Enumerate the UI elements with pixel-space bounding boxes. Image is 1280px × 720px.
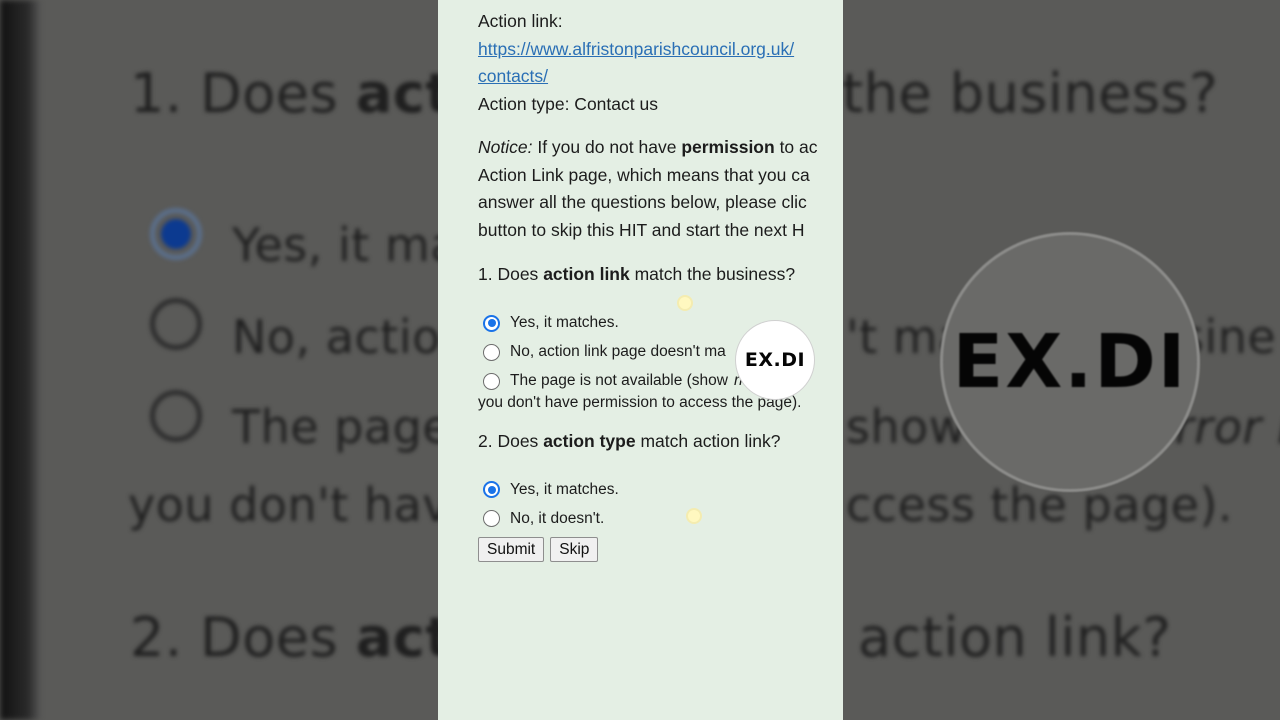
notice-line-1: Notice: If you do not have permission to…: [478, 137, 818, 157]
action-link-url[interactable]: https://www.alfristonparishcouncil.org.u…: [478, 39, 794, 59]
option-label: No, it doesn't.: [510, 509, 605, 527]
option-label: The page is not available (show: [510, 372, 728, 390]
watermark-badge-large: EX.DI: [940, 232, 1200, 492]
skip-button[interactable]: Skip: [550, 537, 599, 562]
watermark-text: EX.DI: [952, 319, 1188, 405]
radio[interactable]: [483, 343, 500, 361]
bg-option-page-line2: you don't have: [128, 478, 479, 532]
radio-selected[interactable]: [483, 314, 500, 332]
watermark-badge-small: EX.DI: [735, 320, 815, 400]
bg-question-2: 2. Does act: [130, 606, 452, 669]
notice-line-3: answer all the questions below, please c…: [478, 192, 807, 212]
touch-indicator: [686, 508, 702, 524]
bg-question-1: 1. Does act: [130, 62, 452, 125]
option-label: No, action link page doesn't ma: [510, 343, 726, 361]
question-2: 2. Does action type match action link?: [478, 430, 781, 451]
form-buttons: Submit Skip: [478, 537, 843, 562]
form-content: Action link: https://www.alfristonparish…: [478, 8, 843, 562]
background-edge: [0, 0, 40, 720]
question-1: 1. Does action link match the business?: [478, 264, 796, 284]
q2-option-yes[interactable]: Yes, it matches.: [478, 475, 843, 504]
radio[interactable]: [483, 372, 500, 390]
bg-radio: [150, 390, 202, 442]
submit-button[interactable]: Submit: [478, 537, 545, 562]
notice-label: Notice:: [478, 137, 533, 157]
radio[interactable]: [483, 510, 500, 527]
radio-selected[interactable]: [483, 481, 500, 498]
notice-line-4: button to skip this HIT and start the ne…: [478, 219, 805, 240]
option-label: Yes, it matches.: [510, 314, 619, 332]
notice-line-2: Action Link page, which means that you c…: [478, 164, 810, 185]
option-label: Yes, it matches.: [510, 480, 619, 498]
action-type-line: Action type: Contact us: [478, 93, 658, 114]
bg-option-yes: Yes, it ma: [232, 218, 459, 272]
bg-option-page: The page: [232, 400, 452, 454]
bg-option-no: No, actio: [232, 310, 441, 364]
notice-bold: permission: [681, 137, 775, 157]
action-link-url-cont[interactable]: contacts/: [478, 66, 548, 86]
bg-radio-selected: [150, 208, 202, 260]
touch-indicator: [677, 295, 693, 311]
action-link-label: Action link:: [478, 11, 563, 31]
q2-option-no[interactable]: No, it doesn't.: [478, 504, 843, 533]
question-2-options: Yes, it matches. No, it doesn't.: [478, 475, 843, 533]
bg-question-1-right: the business?: [842, 62, 1219, 125]
bg-radio: [150, 298, 202, 350]
watermark-text: EX.DI: [744, 349, 806, 371]
bg-question-2-right: action link?: [858, 606, 1172, 669]
